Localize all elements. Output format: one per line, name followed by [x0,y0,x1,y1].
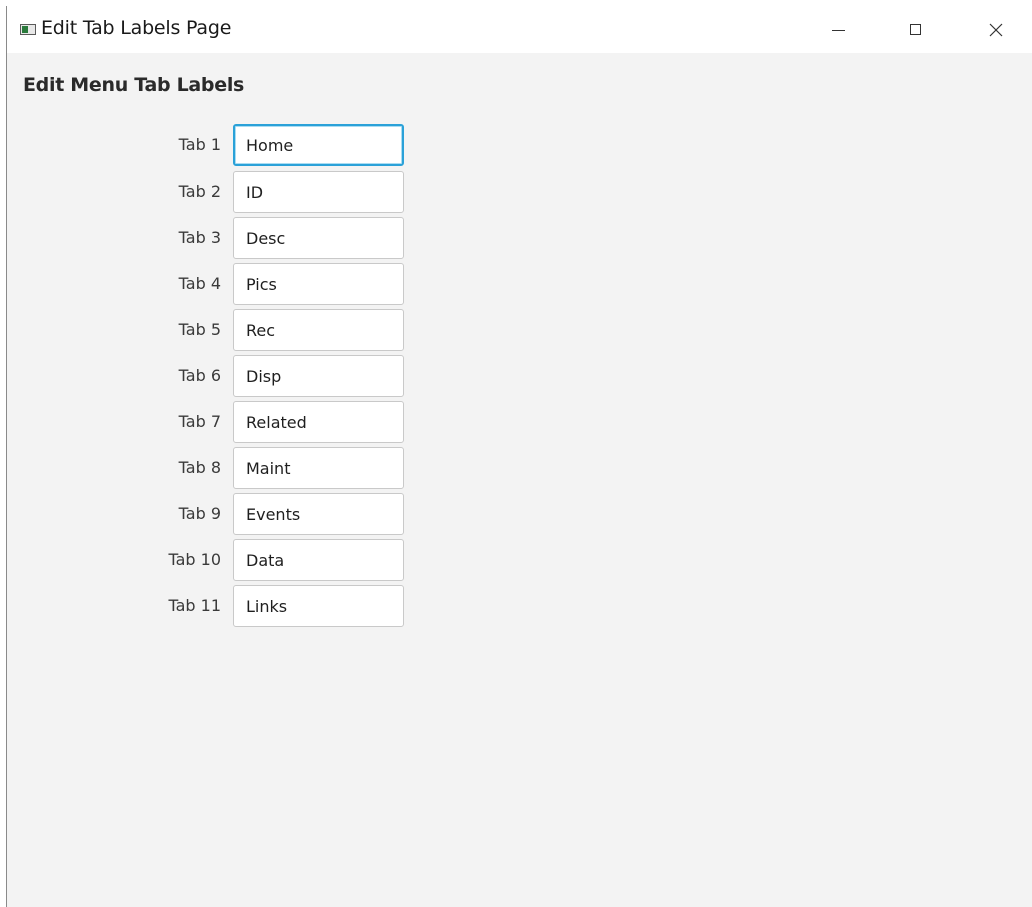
maximize-icon [909,24,921,35]
tab-label-input[interactable] [233,309,404,351]
tab-row: Tab 2 [7,170,427,214]
tab-label-input[interactable] [233,401,404,443]
tab-row: Tab 10 [7,538,427,582]
tab-label-input[interactable] [233,585,404,627]
tab-label: Tab 8 [178,458,221,477]
title-bar[interactable]: Edit Tab Labels Page [7,6,1032,53]
tab-label: Tab 1 [178,135,221,154]
close-button[interactable] [965,6,1027,53]
tab-label: Tab 6 [178,366,221,385]
tab-label: Tab 3 [178,228,221,247]
tab-label: Tab 10 [168,550,221,569]
app-window-icon [20,24,36,35]
tab-label-input[interactable] [233,355,404,397]
tab-row: Tab 8 [7,446,427,490]
tab-row: Tab 3 [7,216,427,260]
tab-label: Tab 5 [178,320,221,339]
minimize-button[interactable] [807,6,869,53]
close-icon [989,23,1003,36]
tab-row: Tab 7 [7,400,427,444]
tab-row: Tab 6 [7,354,427,398]
tab-label: Tab 9 [178,504,221,523]
tab-label: Tab 7 [178,412,221,431]
tab-label-input[interactable] [233,171,404,213]
window-title: Edit Tab Labels Page [41,17,232,39]
tab-label: Tab 11 [168,596,221,615]
tab-row: Tab 1 [7,123,427,167]
tab-label-input[interactable] [233,217,404,259]
tab-label-input[interactable] [233,539,404,581]
minimize-icon [831,30,845,31]
tab-label: Tab 2 [178,182,221,201]
tab-row: Tab 5 [7,308,427,352]
tab-label-input[interactable] [233,447,404,489]
tab-label-input[interactable] [233,493,404,535]
maximize-button[interactable] [884,6,946,53]
tab-label: Tab 4 [178,274,221,293]
tab-label-input[interactable] [233,124,404,166]
tab-label-input[interactable] [233,263,404,305]
tab-row: Tab 11 [7,584,427,628]
tab-row: Tab 9 [7,492,427,536]
page-title: Edit Menu Tab Labels [23,74,245,96]
tab-row: Tab 4 [7,262,427,306]
app-window: Edit Tab Labels Page Edit Menu Tab Label… [6,6,1032,907]
